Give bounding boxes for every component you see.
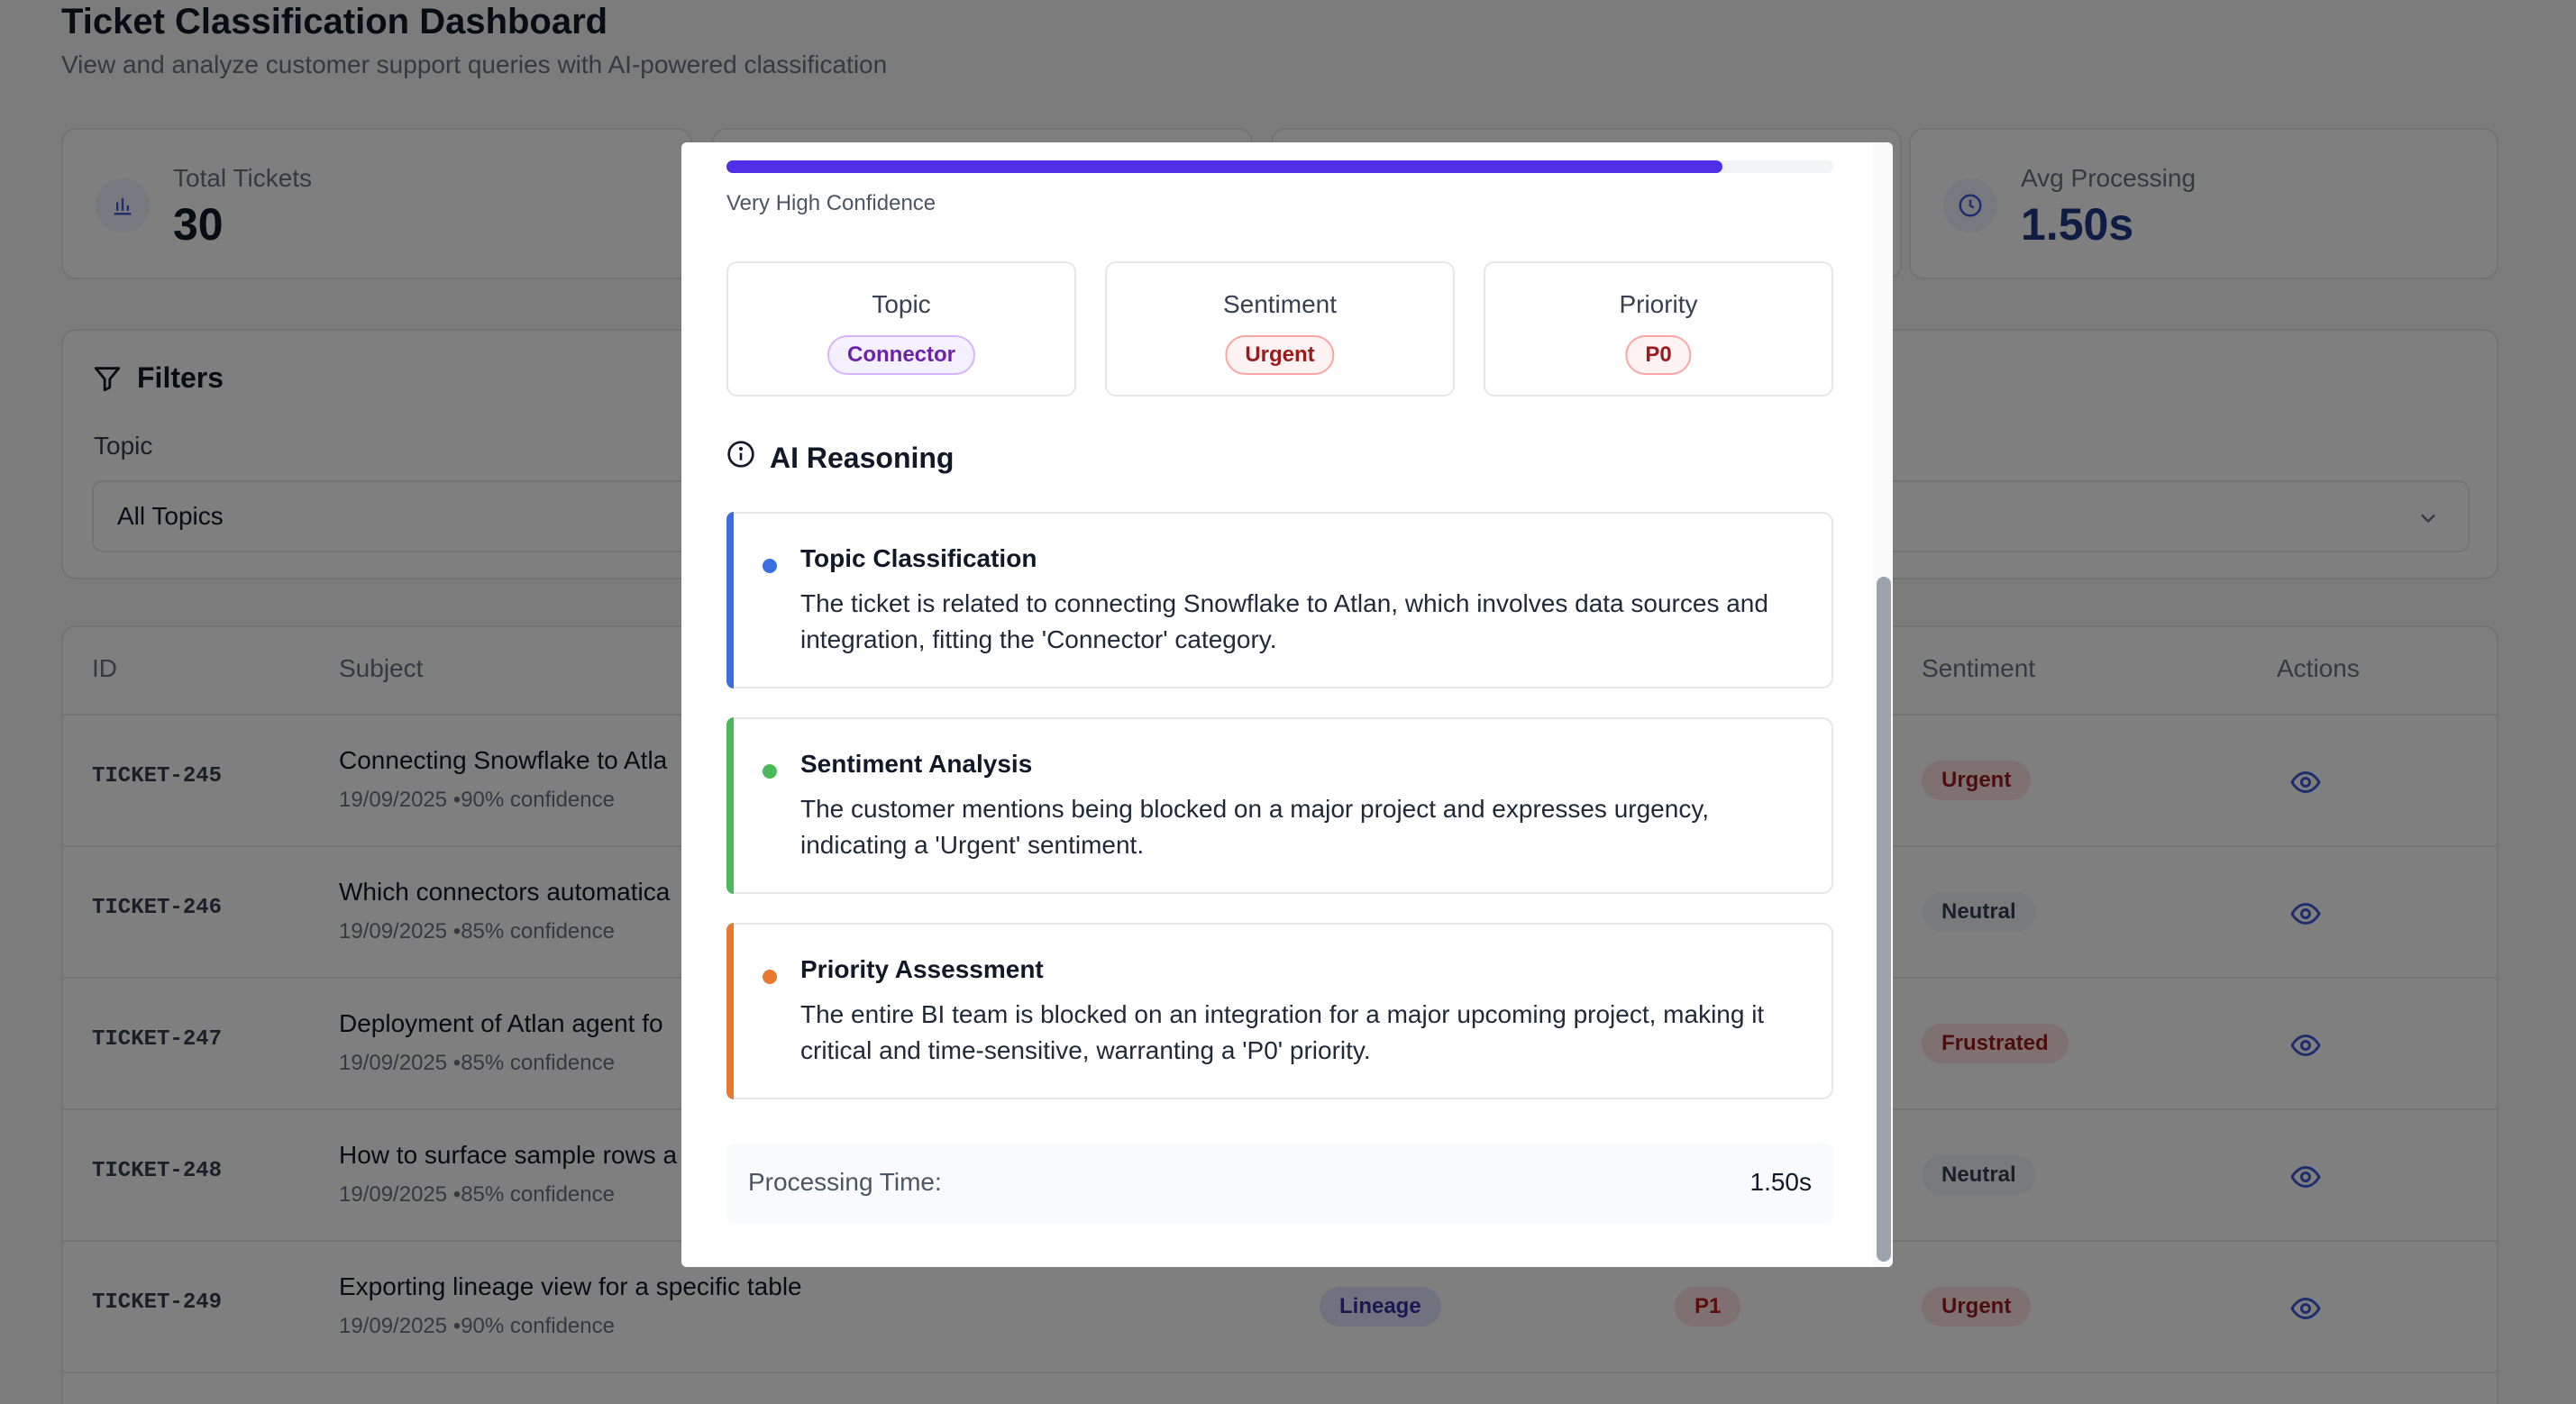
ai-reasoning-heading: AI Reasoning — [726, 440, 954, 476]
reasoning-card-topic: Topic Classification The ticket is relat… — [726, 512, 1833, 688]
processing-time-label: Processing Time: — [748, 1168, 942, 1196]
sentiment-card-label: Sentiment — [1222, 290, 1338, 318]
topic-card-label: Topic — [872, 290, 931, 318]
reasoning-card-priority: Priority Assessment The entire BI team i… — [726, 923, 1833, 1099]
modal-scrollbar-track[interactable] — [1873, 142, 1893, 1267]
topic-card: Topic Connector — [726, 261, 1076, 397]
reasoning-card-sentiment: Sentiment Analysis The customer mentions… — [726, 717, 1833, 894]
priority-badge: P0 — [1625, 335, 1692, 375]
confidence-bar — [726, 160, 1833, 173]
bullet-dot — [763, 559, 777, 573]
accent-bar — [726, 717, 734, 894]
accent-bar — [726, 512, 734, 688]
sentiment-card: Sentiment Urgent — [1105, 261, 1455, 397]
topic-badge: Connector — [827, 335, 975, 375]
processing-time-panel: Processing Time: 1.50s — [726, 1143, 1833, 1224]
processing-time-value: 1.50s — [1749, 1168, 1813, 1196]
reasoning-text: The ticket is related to connecting Snow… — [800, 589, 1768, 653]
bullet-dot — [763, 764, 777, 779]
accent-bar — [726, 923, 734, 1099]
confidence-label: Very High Confidence — [726, 191, 936, 215]
ai-reasoning-title: AI Reasoning — [770, 441, 955, 474]
reasoning-text: The entire BI team is blocked on an inte… — [800, 1000, 1765, 1064]
reasoning-title: Topic Classification — [800, 544, 1037, 572]
modal-scrollbar-thumb[interactable] — [1877, 577, 1891, 1262]
bullet-dot — [763, 970, 777, 984]
reasoning-title: Priority Assessment — [800, 955, 1044, 983]
info-icon — [726, 440, 755, 476]
reasoning-title: Sentiment Analysis — [800, 750, 1033, 778]
sentiment-badge: Urgent — [1225, 335, 1335, 375]
priority-card-label: Priority — [1619, 290, 1698, 318]
ticket-detail-modal: Very High Confidence Topic Connector Sen… — [681, 142, 1893, 1267]
confidence-bar-fill — [726, 160, 1723, 173]
reasoning-text: The customer mentions being blocked on a… — [800, 795, 1710, 859]
priority-card: Priority P0 — [1484, 261, 1833, 397]
